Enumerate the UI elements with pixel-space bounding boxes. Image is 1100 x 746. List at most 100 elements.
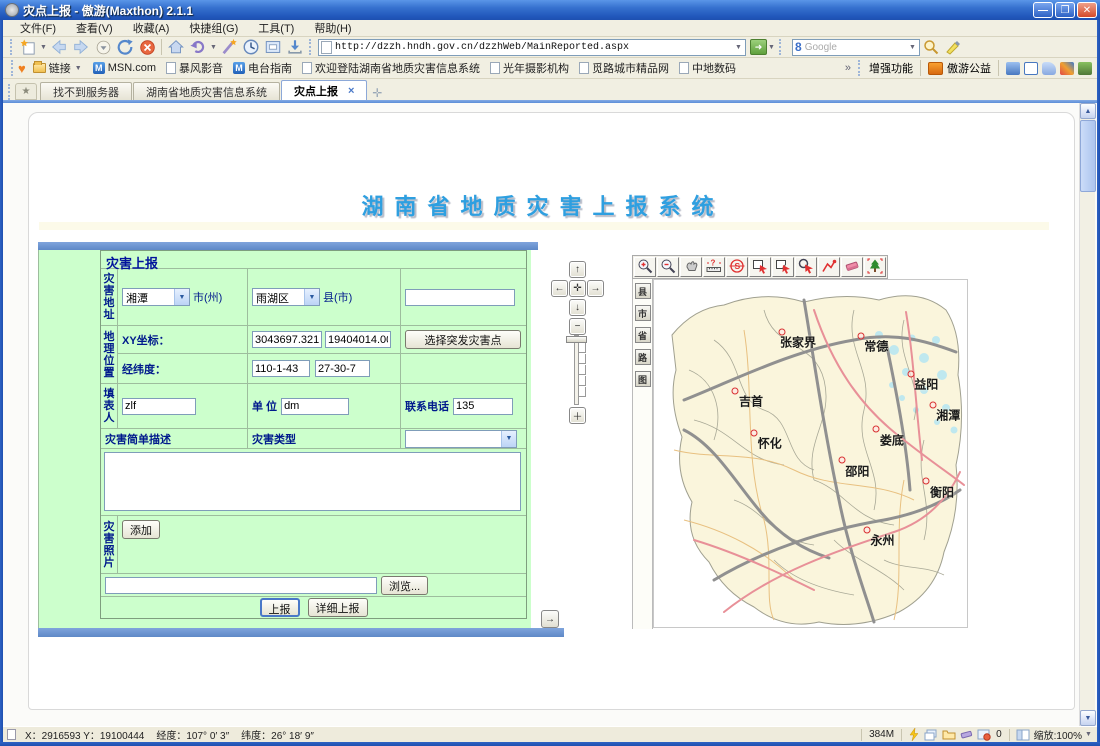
map-identify-button[interactable] (795, 257, 817, 277)
new-page-button[interactable] (17, 38, 39, 57)
bookmark-zhongdi[interactable]: 中地数码 (674, 59, 741, 77)
submit-button[interactable]: 上报 (260, 598, 300, 617)
description-textarea[interactable] (104, 452, 521, 511)
folder-status-icon[interactable] (942, 729, 956, 740)
enhance-features-link[interactable]: 增强功能 (869, 60, 913, 76)
menu-view[interactable]: 查看(V) (67, 19, 122, 37)
layer-button-county[interactable]: 县 (635, 283, 651, 299)
map-select-polygon-button[interactable] (772, 257, 794, 277)
capture-button[interactable] (262, 38, 284, 57)
latitude-input[interactable] (315, 360, 370, 377)
pan-left-button[interactable]: ← (551, 280, 568, 297)
url-text[interactable]: http://dzzh.hndh.gov.cn/dzzhWeb/MainRepo… (335, 42, 734, 53)
address-dropdown[interactable]: ▼ (734, 44, 743, 51)
menu-file[interactable]: 文件(F) (11, 19, 65, 37)
map-zoom-in-button[interactable] (634, 257, 656, 277)
bookmark-radio[interactable]: M电台指南 (228, 59, 297, 77)
bookmarks-overflow-chevron[interactable]: » (845, 62, 851, 74)
y-coordinate-input[interactable] (325, 331, 391, 348)
bookmark-photo[interactable]: 光年摄影机构 (485, 59, 574, 77)
notes-icon[interactable] (1042, 62, 1056, 75)
map-zoom-rect-button[interactable] (749, 257, 771, 277)
favorites-heart-icon[interactable]: ♥ (18, 61, 26, 76)
maxthon-charity-link[interactable]: 傲游公益 (947, 60, 991, 76)
map-draw-line-button[interactable] (818, 257, 840, 277)
boost-icon[interactable] (908, 728, 920, 741)
search-engine-dropdown[interactable]: ▼ (908, 44, 917, 51)
tab-disaster-report[interactable]: 灾点上报× (281, 80, 367, 100)
go-button[interactable]: ➜ (750, 39, 767, 55)
zoom-dropdown-icon[interactable]: ▼ (1084, 731, 1093, 738)
back-button[interactable] (48, 38, 70, 57)
widget-icon[interactable] (1078, 62, 1092, 75)
search-placeholder[interactable]: Google (805, 42, 908, 53)
menu-favorites[interactable]: 收藏(A) (124, 19, 179, 37)
layer-button-road[interactable]: 路 (635, 349, 651, 365)
page-scrollbar[interactable]: ▲ ▼ (1079, 103, 1095, 726)
history-button[interactable] (240, 38, 262, 57)
plugin-v-icon[interactable] (1060, 62, 1074, 75)
menu-tools[interactable]: 工具(T) (249, 19, 303, 37)
zoom-in-step-button[interactable]: ＋ (569, 407, 586, 424)
undo-button[interactable] (187, 38, 209, 57)
bookmark-milu[interactable]: 觅路城市精品网 (574, 59, 674, 77)
map-zoom-out-button[interactable] (657, 257, 679, 277)
panel-collapse-button[interactable]: → (541, 610, 559, 628)
county-select[interactable]: 雨湖区▼ (252, 288, 320, 306)
layer-button-province[interactable]: 省 (635, 327, 651, 343)
layer-button-map[interactable]: 图 (635, 371, 651, 387)
pan-up-button[interactable]: ↑ (569, 261, 586, 278)
map-full-extent-button[interactable] (864, 257, 886, 277)
bookmark-hunan-geo[interactable]: 欢迎登陆湖南省地质灾害信息系统 (297, 59, 485, 77)
menu-groups[interactable]: 快捷组(G) (180, 19, 247, 37)
skin-icon[interactable] (1006, 62, 1020, 75)
stop-button[interactable] (136, 38, 158, 57)
links-folder[interactable]: 链接 ▼ (28, 59, 88, 77)
pan-center-button[interactable]: ✛ (569, 280, 586, 297)
home-button[interactable] (165, 38, 187, 57)
map-eraser-button[interactable] (841, 257, 863, 277)
minimize-button[interactable]: — (1033, 2, 1053, 18)
longitude-input[interactable] (252, 360, 310, 377)
menu-help[interactable]: 帮助(H) (305, 19, 360, 37)
pan-right-button[interactable]: → (587, 280, 604, 297)
new-tab-button[interactable]: ✛ (368, 85, 386, 100)
bookmark-msn[interactable]: MMSN.com (88, 61, 161, 75)
undo-dropdown[interactable]: ▼ (209, 44, 218, 51)
disaster-type-select[interactable]: ▼ (405, 430, 517, 448)
map-measure-button[interactable]: ? (703, 257, 725, 277)
zoom-slider-handle[interactable] (566, 336, 587, 343)
zoom-out-step-button[interactable]: − (569, 318, 586, 335)
recent-pages-button[interactable] (92, 38, 114, 57)
highlight-button[interactable] (942, 38, 964, 57)
search-go-button[interactable] (920, 38, 942, 57)
tab-server-not-found[interactable]: 找不到服务器 (40, 82, 132, 100)
popup-blocker-icon[interactable] (977, 729, 991, 741)
tab-hunan-geo-system[interactable]: 湖南省地质灾害信息系统 (133, 82, 280, 100)
pan-down-button[interactable]: ↓ (569, 299, 586, 316)
city-select[interactable]: 湘潭▼ (122, 288, 190, 306)
scroll-down-button[interactable]: ▼ (1080, 710, 1096, 726)
address-bar[interactable]: http://dzzh.hndh.gov.cn/dzzhWeb/MainRepo… (318, 39, 746, 56)
pick-disaster-point-button[interactable]: 选择突发灾害点 (405, 330, 521, 349)
phone-input[interactable] (453, 398, 513, 415)
forward-button[interactable] (70, 38, 92, 57)
detail-submit-button[interactable]: 详细上报 (308, 598, 368, 617)
bookmark-baofeng[interactable]: 暴风影音 (161, 59, 228, 77)
map-select-s-button[interactable]: S (726, 257, 748, 277)
zoom-panel-icon[interactable] (1016, 729, 1030, 741)
magic-fill-button[interactable] (218, 38, 240, 57)
hunan-map-canvas[interactable]: 张家界常德益阳湘潭吉首怀化娄底邵阳衡阳永州 (653, 279, 968, 628)
maximize-button[interactable]: ❐ (1055, 2, 1075, 18)
close-button[interactable]: ✕ (1077, 2, 1097, 18)
refresh-button[interactable] (114, 38, 136, 57)
add-photo-button[interactable]: 添加 (122, 520, 160, 539)
zoom-level[interactable]: 缩放:100% (1034, 727, 1082, 742)
unit-input[interactable] (281, 398, 349, 415)
address-input[interactable] (405, 289, 515, 306)
window-layout-icon[interactable] (1024, 62, 1038, 75)
cascade-windows-icon[interactable] (924, 729, 938, 741)
layer-button-city[interactable]: 市 (635, 305, 651, 321)
tab-list-button[interactable]: ★ (15, 83, 37, 100)
browse-button[interactable]: 浏览... (381, 576, 428, 595)
